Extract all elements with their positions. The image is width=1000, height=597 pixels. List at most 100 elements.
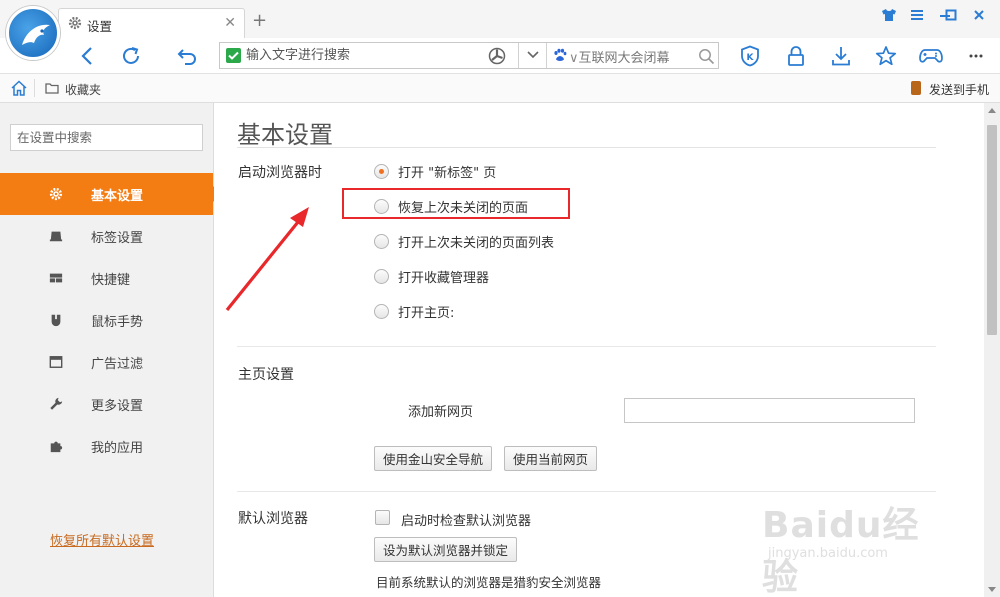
settings-search-input[interactable] [10,124,203,151]
address-divider [546,43,547,68]
menu-icon [911,10,923,20]
default-browser-status: 目前系统默认的浏览器是猎豹安全浏览器 [376,575,602,590]
scroll-thumb[interactable] [987,125,997,335]
sidebar-item-label: 更多设置 [91,399,144,414]
menu-button[interactable] [904,5,930,25]
mouse-icon [51,314,61,327]
gamepad-icon [919,49,943,63]
cheetah-icon [22,24,50,45]
title-divider [237,147,936,148]
annotation-arrow [225,207,309,312]
undo-close-button[interactable] [174,42,202,70]
skin-button[interactable] [876,5,902,25]
section-divider [237,491,936,492]
baidu-paw-icon[interactable] [553,48,567,62]
phone-icon [911,81,921,95]
keyboard-icon [49,273,63,283]
sidebar-item-tabs[interactable]: 标签设置 [0,215,214,257]
tab-settings[interactable]: 设置 ✕ [58,8,245,38]
folder-icon [45,83,59,94]
favorites-folder[interactable]: 收藏夹 [65,81,101,98]
close-window-button[interactable] [966,5,992,25]
hot-search-suggestion[interactable]: ∨互联网大会闭幕 [569,47,670,66]
check-default-checkbox[interactable] [375,510,390,525]
use-current-page-button[interactable]: 使用当前网页 [504,446,598,471]
add-new-page-label: 添加新网页 [408,405,474,420]
radio-button[interactable] [374,303,389,319]
sidebar-item-more-settings[interactable]: 更多设置 [0,383,214,425]
undo-icon [177,49,196,65]
shield-k-icon: K [741,45,759,67]
sidebar-item-label: 标签设置 [91,231,144,246]
refresh-icon [123,47,139,64]
wrench-icon [50,397,63,410]
radio-label: 打开收藏管理器 [398,270,490,286]
download-icon [832,47,850,66]
sidebar-item-label: 鼠标手势 [91,315,144,330]
puzzle-icon [50,441,63,453]
more-button[interactable] [963,43,989,69]
security-button[interactable]: K [737,43,763,69]
set-default-lock-button[interactable]: 设为默认浏览器并锁定 [374,537,518,562]
section-divider [237,346,936,347]
address-bar[interactable]: ∨互联网大会闭幕 [219,42,719,69]
maximize-icon [945,9,957,21]
sidebar-item-label: 我的应用 [91,441,144,456]
new-tab-button[interactable]: + [252,12,267,30]
more-dots-icon [969,54,983,58]
startup-section-label: 启动浏览器时 [238,165,322,181]
sidebar-item-basic[interactable]: 基本设置 [0,173,221,215]
homepage-url-input[interactable] [624,398,915,423]
use-safe-nav-button[interactable]: 使用金山安全导航 [374,446,493,471]
gear-icon [68,16,82,30]
default-browser-section-label: 默认浏览器 [238,511,308,527]
search-icon[interactable] [698,48,715,65]
favorite-button[interactable] [873,43,899,69]
speed-mode-icon[interactable] [488,47,506,65]
bookmarks-divider [34,79,35,97]
radio-label: 打开主页: [398,305,455,321]
scroll-down-icon[interactable] [988,587,996,593]
refresh-button[interactable] [117,42,145,70]
close-icon [974,10,984,20]
highlight-box [342,188,570,219]
privacy-lock-button[interactable] [783,43,809,69]
tab-title: 设置 [87,19,113,34]
window-icon [49,356,63,368]
settings-sidebar: 基本设置 标签设置 快捷键 鼠标手势 广告过滤 更多设置 我的应用 恢复所有默认… [0,103,221,597]
sidebar-item-ad-filter[interactable]: 广告过滤 [0,341,214,383]
address-input[interactable] [246,46,476,65]
startup-option-restore-list[interactable]: 打开上次未关闭的页面列表 [374,231,554,251]
bookmarks-bar: 收藏夹 发送到手机 [0,74,1000,103]
radio-button[interactable] [374,163,389,179]
homepage-section-label: 主页设置 [238,367,294,383]
radio-button[interactable] [374,233,389,249]
sidebar-item-label: 基本设置 [91,189,144,204]
home-icon[interactable] [10,79,28,97]
sidebar-item-my-apps[interactable]: 我的应用 [0,425,214,467]
check-default-label[interactable]: 启动时检查默认浏览器 [401,510,531,529]
tab-icon [49,231,63,242]
tab-close-icon[interactable]: ✕ [224,15,236,31]
radio-button[interactable] [374,268,389,284]
sidebar-item-mouse-gestures[interactable]: 鼠标手势 [0,299,214,341]
radio-label: 打开上次未关闭的页面列表 [398,235,555,251]
scroll-up-icon[interactable] [988,107,996,113]
lock-icon [788,46,804,66]
download-button[interactable] [828,43,854,69]
maximize-button[interactable] [938,5,964,25]
address-divider [518,43,519,68]
settings-content: 基本设置 启动浏览器时 打开 "新标签" 页 恢复上次未关闭的页面 打开上次未关… [214,103,984,597]
title-bar: 设置 ✕ + [0,0,1000,60]
reset-defaults-link[interactable]: 恢复所有默认设置 [50,530,154,549]
browser-logo[interactable] [6,6,60,60]
send-to-phone-button[interactable]: 发送到手机 [929,81,989,98]
game-button[interactable] [918,43,944,69]
page-scrollbar[interactable] [984,103,1000,597]
startup-option-favorites-manager[interactable]: 打开收藏管理器 [374,266,489,286]
chevron-down-icon[interactable] [526,50,540,60]
startup-option-new-tab[interactable]: 打开 "新标签" 页 [374,161,496,181]
back-button[interactable] [74,42,102,70]
sidebar-item-shortcuts[interactable]: 快捷键 [0,257,214,299]
startup-option-homepage[interactable]: 打开主页: [374,301,454,321]
